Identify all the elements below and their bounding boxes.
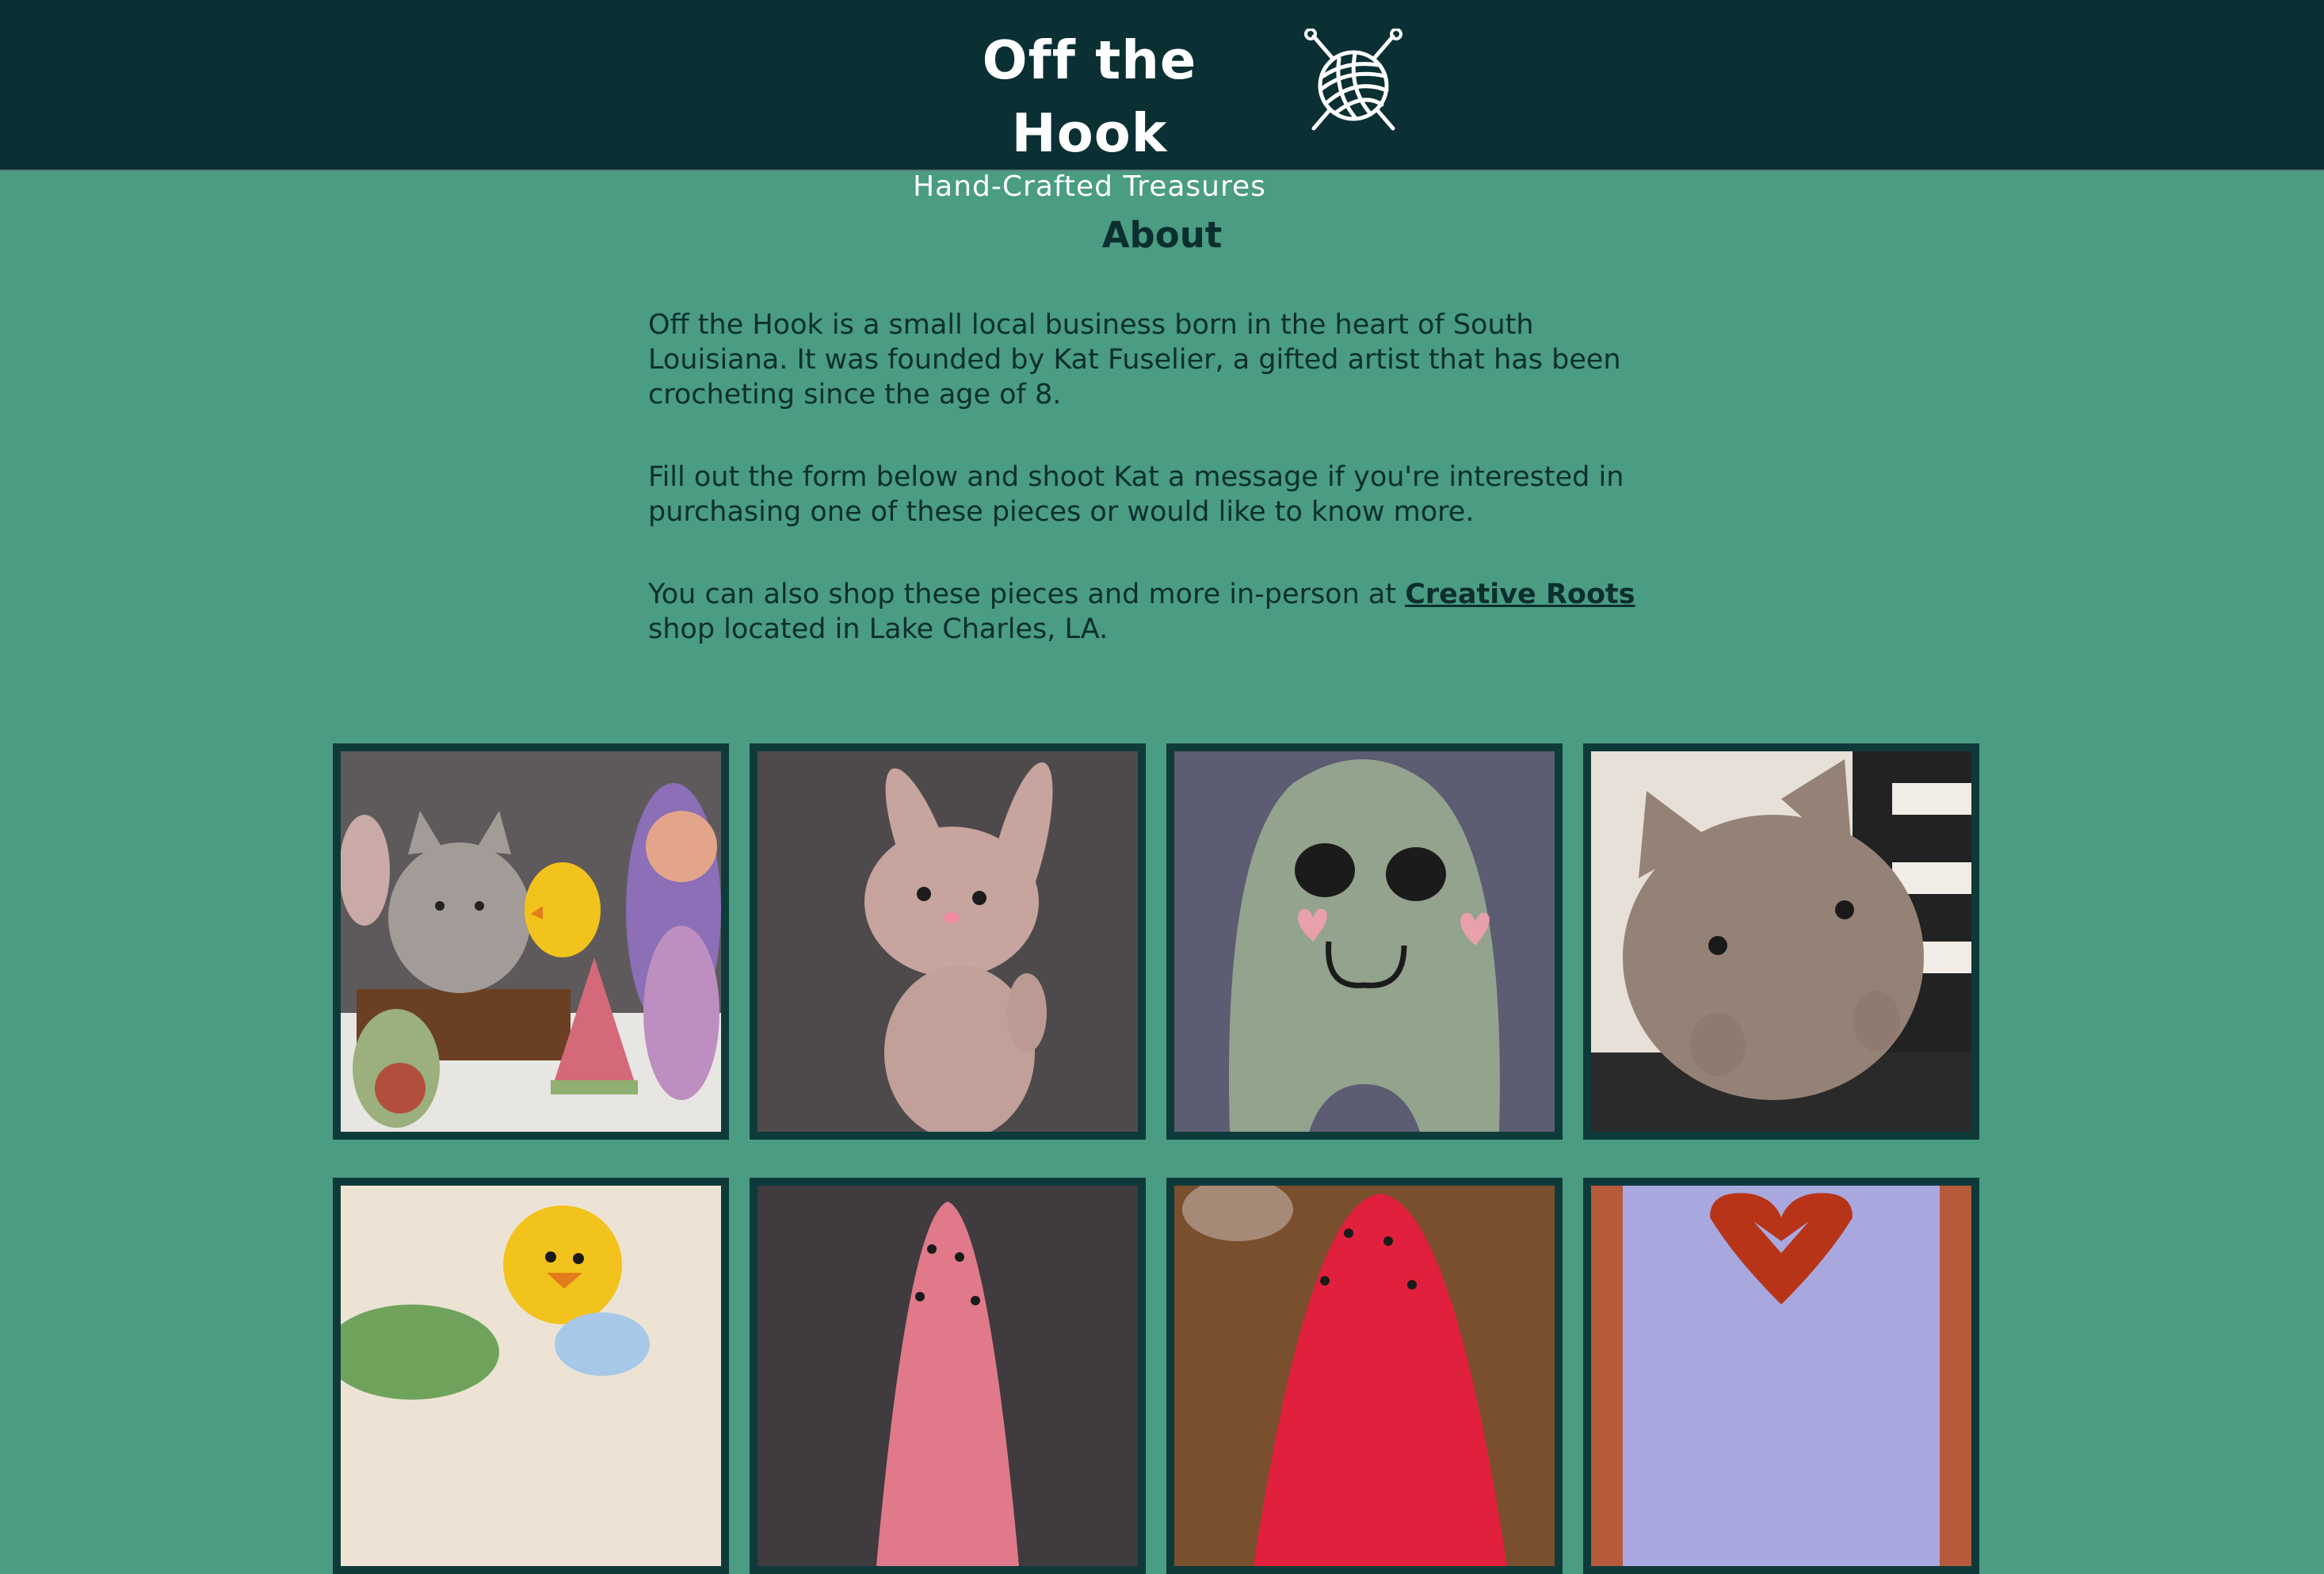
gallery-tile-pink-watermelon[interactable] [750,1178,1146,1574]
gallery-tile-cat[interactable] [1583,743,1979,1140]
about-paragraph-2: Fill out the form below and shoot Kat a … [648,461,1624,528]
about-heading: About [1101,214,1223,256]
gallery-tile-heart-blanket[interactable] [1583,1178,1979,1574]
site-title[interactable]: Off the Hook [899,24,1280,170]
crochet-cat-image [1591,751,1971,1132]
gallery-tile-ghost[interactable] [1166,743,1563,1140]
about-text: Off the Hook is a small local business b… [648,308,1647,694]
creative-roots-link[interactable]: Creative Roots [1405,579,1635,610]
crochet-red-watermelon-image [1174,1186,1555,1566]
about-paragraph-1: Off the Hook is a small local business b… [648,309,1621,411]
about-paragraph-3: You can also shop these pieces and more … [648,577,1647,647]
crochet-chick-image [341,1186,721,1566]
yarn-ball-icon[interactable] [1299,29,1407,136]
site-header: Off the Hook Hand-Crafted Treasures [0,0,2324,203]
crochet-pink-watermelon-image [757,1186,1138,1566]
site-subtitle: Hand-Crafted Treasures [913,170,1266,203]
gallery-tile-group[interactable] [333,743,729,1140]
crochet-group-image [341,751,721,1132]
paragraph-3-lead: You can also shop these pieces and more … [648,579,1406,610]
brand[interactable]: Off the Hook Hand-Crafted Treasures [899,24,1280,204]
crochet-ghost-image [1174,751,1555,1132]
gallery-tile-red-watermelon[interactable] [1166,1178,1563,1574]
gallery-tile-bunny[interactable] [750,743,1146,1140]
crochet-bunny-image [757,751,1138,1132]
gallery-tile-chick[interactable] [333,1178,729,1574]
paragraph-3-tail: shop located in Lake Charles, LA. [648,613,1109,645]
crochet-heart-blanket-image [1591,1186,1971,1566]
